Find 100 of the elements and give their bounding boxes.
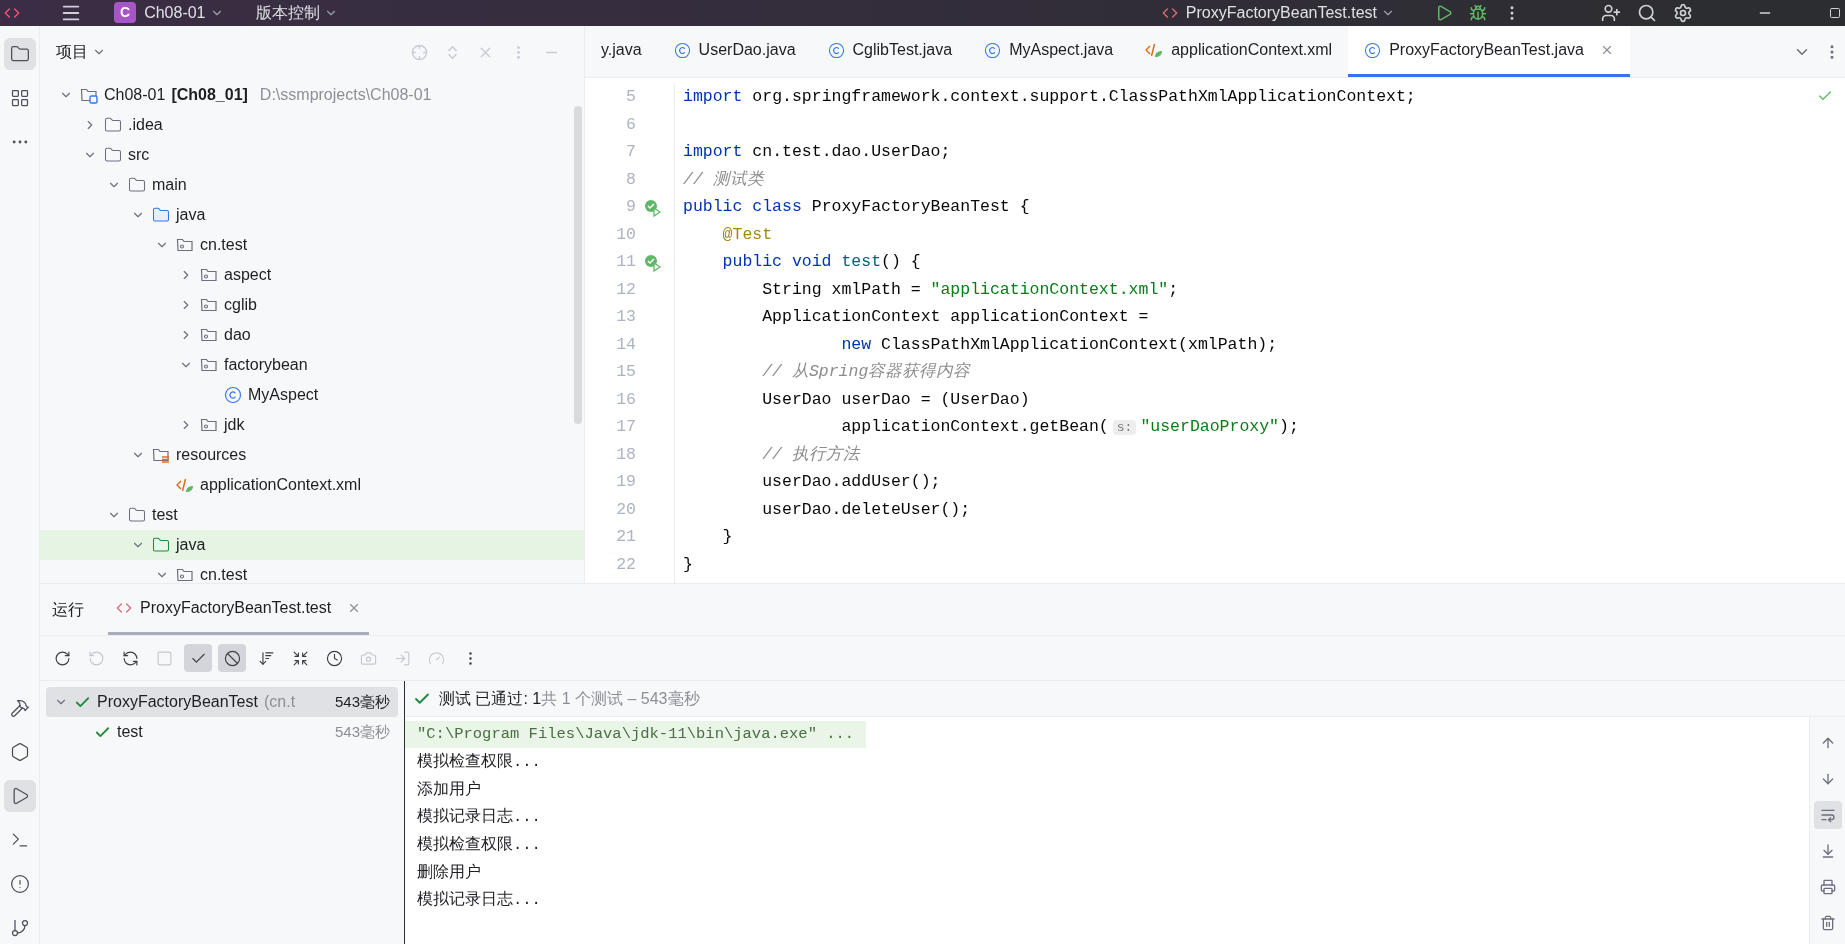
console-line: 删除用户 (416, 862, 482, 884)
search-icon[interactable] (1637, 2, 1657, 23)
tree-item[interactable]: MyAspect (248, 383, 319, 407)
tree-item[interactable]: java (176, 203, 206, 227)
code-line: UserDao userDao = (UserDao) (761, 388, 1030, 411)
restore-icon[interactable] (1829, 6, 1841, 19)
folder-icon (104, 146, 122, 164)
line-number: 18 (616, 443, 636, 466)
line-number: 20 (616, 498, 636, 521)
line-number: 12 (616, 278, 636, 301)
debug-icon[interactable] (1469, 3, 1487, 22)
code-line: public void test() { (721, 251, 921, 274)
console-line: 模拟检查权限... (416, 751, 542, 774)
tree-item[interactable]: main (152, 173, 187, 197)
editor-tab[interactable]: MyAspect.java (968, 26, 1130, 77)
source-folder-icon (152, 206, 170, 224)
editor-tab[interactable]: ProxyFactoryBeanTest.java (1348, 26, 1630, 77)
module-path: D:\ssmprojects\Ch08-01 (259, 85, 432, 105)
resources-folder-icon (152, 446, 170, 464)
run-icon[interactable] (3, 780, 36, 812)
package-icon (200, 416, 218, 434)
tree-item[interactable]: applicationContext.xml (200, 473, 361, 497)
panel-title: 运行 (52, 599, 84, 620)
run-icon[interactable] (1435, 3, 1453, 22)
settings-icon[interactable] (1673, 2, 1693, 23)
code-line: import cn.test.dao.UserDao; (683, 141, 951, 164)
project-switcher[interactable]: Ch08-01 (144, 0, 206, 25)
code-line: String xmlPath = "applicationContext.xml"; (761, 278, 1179, 301)
console-line: 模拟记录日志... (416, 806, 542, 829)
line-number: 11 (616, 251, 636, 274)
line-number: 22 (616, 553, 636, 576)
line-number: 21 (616, 526, 636, 549)
line-number: 6 (626, 113, 636, 136)
tree-item[interactable]: dao (224, 323, 251, 347)
code-line: applicationContext.getBean( s: "userDaoProxy"); (840, 416, 1299, 439)
code-line: ApplicationContext applicationContext = (761, 306, 1149, 329)
code-line: import org.springframework.context.support.ClassPathXmlApplicationContext; (683, 86, 1416, 109)
test-tree-row[interactable]: ProxyFactoryBeanTest (cn.t 543毫秒 (46, 687, 398, 717)
add-user-icon[interactable] (1601, 2, 1621, 23)
code-line: new ClassPathXmlApplicationContext(xmlPath); (840, 333, 1278, 356)
editor-tab[interactable]: CglibTest.java (811, 26, 969, 77)
line-number: 19 (616, 471, 636, 494)
test-folder-icon (152, 536, 170, 554)
package-icon (200, 266, 218, 284)
editor-tab[interactable]: applicationContext.xml (1129, 26, 1349, 77)
run-test-icon[interactable] (644, 198, 662, 217)
line-number: 16 (616, 388, 636, 411)
folder-icon (128, 176, 146, 194)
tree-item[interactable]: cn.test (200, 233, 248, 257)
tree-item[interactable]: test (152, 503, 178, 527)
xml-file-icon (1145, 41, 1164, 59)
test-name: ProxyFactoryBeanTest (97, 692, 258, 712)
vcs-menu[interactable]: 版本控制 (255, 0, 320, 25)
class-icon (224, 386, 242, 404)
line-number: 13 (616, 306, 636, 329)
tree-item[interactable]: aspect (224, 263, 272, 287)
folder-icon[interactable] (3, 38, 36, 70)
ignored-icon[interactable] (218, 644, 246, 672)
code-line: userDao.deleteUser(); (761, 498, 971, 521)
run-test-icon[interactable] (644, 253, 662, 272)
panel-title[interactable]: 项目 (56, 40, 88, 64)
code-line: // 从Spring容器获得内容 (761, 361, 971, 384)
code-line: public class ProxyFactoryBeanTest { (683, 196, 1030, 219)
editor-tab[interactable]: UserDao.java (657, 26, 812, 77)
console-line: 添加用户 (416, 779, 482, 801)
tree-item[interactable]: cglib (224, 293, 257, 317)
check-icon[interactable] (184, 644, 212, 672)
package-icon (200, 296, 218, 314)
tree-item[interactable]: java (176, 533, 206, 557)
console-line: 模拟检查权限... (416, 834, 542, 857)
class-icon (1364, 41, 1382, 59)
tree-item[interactable]: jdk (224, 413, 245, 437)
line-number: 7 (626, 141, 636, 164)
line-number: 14 (616, 333, 636, 356)
scrollbar[interactable] (574, 106, 582, 424)
wrap-text-icon[interactable] (1813, 801, 1842, 829)
tree-item[interactable]: resources (176, 443, 247, 467)
run-tab[interactable]: ProxyFactoryBeanTest.test (108, 584, 370, 635)
tree-item[interactable]: cn.test (200, 563, 248, 583)
class-icon (984, 41, 1002, 59)
code-line: userDao.addUser(); (761, 471, 941, 494)
tree-item[interactable]: src (128, 143, 150, 167)
editor-tab[interactable]: y.java (585, 26, 658, 77)
line-number: 17 (616, 416, 636, 439)
tree-item[interactable]: .idea (128, 113, 163, 137)
xml-file-icon (176, 476, 194, 494)
test-name: test (117, 722, 143, 742)
line-number: 8 (626, 168, 636, 191)
tree-item[interactable]: Ch08-01 (104, 83, 166, 107)
test-status: 测试 已通过: 1 (439, 688, 542, 709)
code-line: // 执行方法 (761, 443, 860, 466)
run-config-selector[interactable]: ProxyFactoryBeanTest.test (1185, 0, 1377, 25)
package-icon (176, 566, 194, 583)
tree-item[interactable]: factorybean (224, 353, 308, 377)
class-icon (827, 41, 845, 59)
package-icon (176, 236, 194, 254)
line-number: 9 (626, 196, 636, 219)
test-duration: 543毫秒 (334, 721, 390, 742)
code-line: // 测试类 (683, 168, 764, 191)
test-tree-row[interactable]: test 543毫秒 (46, 717, 398, 747)
